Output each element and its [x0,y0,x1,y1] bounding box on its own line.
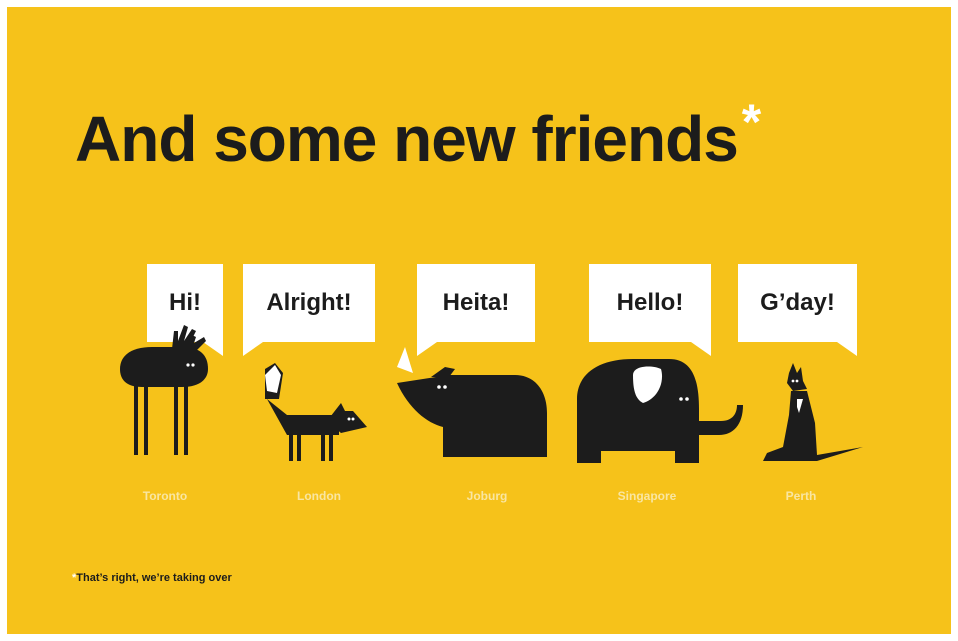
bubble-tail [243,342,263,356]
speech-bubble-london: Alright! [243,264,375,356]
headline: And some new friends* [75,93,761,176]
greeting-london: Alright! [266,289,352,316]
rhino-icon [397,347,547,457]
city-label-joburg: Joburg [466,489,508,503]
greeting-toronto: Hi! [169,289,201,316]
headline-asterisk: * [741,94,761,150]
speech-bubble-singapore: Hello! [589,264,711,356]
poster: And some new friends* Hi! Alright! Heita… [7,7,951,634]
city-label-london: London [297,489,341,503]
speech-bubble-joburg: Heita! [417,264,535,356]
city-label-perth: Perth [785,489,817,503]
kangaroo-icon [763,363,863,461]
footnote-text: That’s right, we’re taking over [76,572,232,584]
city-label-toronto: Toronto [142,489,188,503]
bubble-tail [691,342,711,356]
moose-icon [120,325,208,455]
greeting-perth: G’day! [760,289,835,316]
elephant-icon [577,359,743,463]
greeting-joburg: Heita! [442,289,510,316]
bubble-tail [837,342,857,356]
footnote: *That’s right, we’re taking over [72,572,232,584]
city-label-singapore: Singapore [617,489,677,503]
speech-bubble-perth: G’day! [738,264,857,356]
headline-text: And some new friends [75,103,739,175]
greeting-singapore: Hello! [616,289,684,316]
fox-icon [265,363,367,461]
